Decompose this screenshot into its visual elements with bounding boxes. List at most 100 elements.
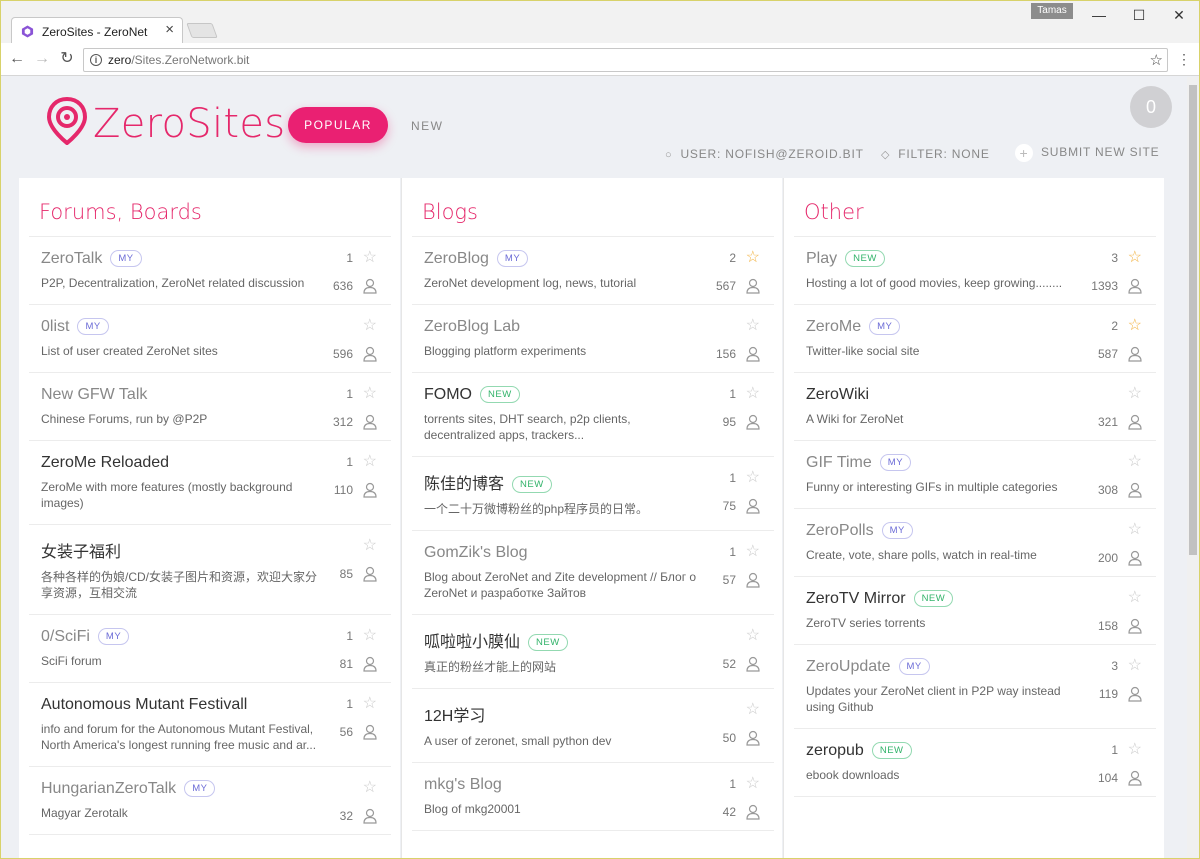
site-list-item[interactable]: ZeroBlog Lab Blogging platform experiment… <box>412 305 774 373</box>
filter-selector[interactable]: ◇ FILTER: NONE <box>881 147 990 161</box>
favorite-star-icon[interactable]: ☆ <box>746 627 760 645</box>
site-list-item[interactable]: 0list MY List of user created ZeroNet site… <box>29 305 391 373</box>
site-name[interactable]: FOMO NEW <box>424 386 704 404</box>
site-list-item[interactable]: ZeroTV Mirror NEW ZeroTV series torrents ☆ 1… <box>794 577 1156 645</box>
maximize-button[interactable]: ☐ <box>1124 5 1154 25</box>
popular-tab-button[interactable]: POPULAR <box>288 107 388 143</box>
favorite-star-icon[interactable]: ☆ <box>746 701 760 719</box>
site-name-text[interactable]: GomZik's Blog <box>424 544 528 561</box>
site-list-item[interactable]: GomZik's Blog Blog about ZeroNet and Zite… <box>412 531 774 615</box>
site-name[interactable]: 0list MY <box>41 318 321 336</box>
favorite-star-icon[interactable]: ☆ <box>1128 589 1142 607</box>
site-name[interactable]: ZeroMe MY <box>806 318 1086 336</box>
site-name[interactable]: Play NEW <box>806 250 1086 268</box>
site-name-text[interactable]: New GFW Talk <box>41 386 147 403</box>
close-window-button[interactable]: ✕ <box>1164 5 1194 25</box>
site-name[interactable]: ZeroBlog MY <box>424 250 704 268</box>
site-list-item[interactable]: HungarianZeroTalk MY Magyar Zerotalk ☆ 32 <box>29 767 391 835</box>
site-name-text[interactable]: 0list <box>41 318 69 335</box>
favorite-star-icon[interactable]: ☆ <box>363 317 377 335</box>
favorite-star-icon[interactable]: ☆ <box>1128 249 1142 267</box>
user-selector[interactable]: ○ USER: NOFISH@ZEROID.BIT <box>665 147 864 161</box>
favorite-star-icon[interactable]: ☆ <box>363 627 377 645</box>
site-name-text[interactable]: 呱啦啦小膜仙 <box>424 634 520 651</box>
brand-title[interactable]: ZeroSites <box>93 101 285 147</box>
site-name-text[interactable]: ZeroWiki <box>806 386 869 403</box>
site-name-text[interactable]: zeropub <box>806 742 864 759</box>
site-list-item[interactable]: 0/SciFi MY SciFi forum 1 ☆ 81 <box>29 615 391 683</box>
site-list-item[interactable]: zeropub NEW ebook downloads 1 ☆ 104 <box>794 729 1156 797</box>
site-name[interactable]: ZeroWiki <box>806 386 1086 404</box>
site-name-text[interactable]: ZeroMe <box>806 318 861 335</box>
site-name-text[interactable]: 女装子福利 <box>41 544 121 561</box>
site-name[interactable]: New GFW Talk <box>41 386 321 404</box>
new-tab-link[interactable]: NEW <box>411 119 444 133</box>
site-list-item[interactable]: Autonomous Mutant Festivall info and foru… <box>29 683 391 767</box>
favorite-star-icon[interactable]: ☆ <box>363 249 377 267</box>
favorite-star-icon[interactable]: ☆ <box>363 779 377 797</box>
site-name-text[interactable]: 12H学习 <box>424 708 485 725</box>
profile-badge[interactable]: Tamas <box>1031 3 1073 19</box>
browser-menu-icon[interactable]: ⋮ <box>1177 50 1191 68</box>
site-list-item[interactable]: 女装子福利 各种各样的伪娘/CD/女装子图片和资源，欢迎大家分享资源，互相交流 ☆ 8… <box>29 525 391 615</box>
site-list-item[interactable]: ZeroMe Reloaded ZeroMe with more features… <box>29 441 391 525</box>
site-list-item[interactable]: ZeroUpdate MY Updates your ZeroNet client … <box>794 645 1156 729</box>
site-name[interactable]: zeropub NEW <box>806 742 1086 760</box>
site-name-text[interactable]: mkg's Blog <box>424 776 502 793</box>
site-name[interactable]: Autonomous Mutant Festivall <box>41 696 321 714</box>
url-text[interactable]: zero/Sites.ZeroNetwork.bit <box>108 53 249 67</box>
site-list-item[interactable]: ZeroTalk MY P2P, Decentralization, ZeroNet… <box>29 237 391 305</box>
favorite-star-icon[interactable]: ☆ <box>1128 657 1142 675</box>
favorite-star-icon[interactable]: ☆ <box>746 385 760 403</box>
forward-arrow-icon[interactable]: → <box>32 49 52 69</box>
site-name-text[interactable]: Autonomous Mutant Festivall <box>41 696 247 713</box>
favorite-star-icon[interactable]: ☆ <box>1128 521 1142 539</box>
favorite-star-icon[interactable]: ☆ <box>363 537 377 555</box>
site-name-text[interactable]: Play <box>806 250 837 267</box>
site-name-text[interactable]: ZeroTV Mirror <box>806 590 906 607</box>
favorite-star-icon[interactable]: ☆ <box>1128 741 1142 759</box>
address-bar[interactable]: i zero/Sites.ZeroNetwork.bit ☆ <box>83 48 1168 72</box>
site-name-text[interactable]: ZeroTalk <box>41 250 102 267</box>
site-name[interactable]: 12H学习 <box>424 702 704 726</box>
favorite-star-icon[interactable]: ☆ <box>1128 385 1142 403</box>
site-name-text[interactable]: HungarianZeroTalk <box>41 780 176 797</box>
site-list-item[interactable]: 陈佳的博客 NEW 一个二十万微博粉丝的php程序员的日常。 1 ☆ 75 <box>412 457 774 531</box>
site-list-item[interactable]: 12H学习 A user of zeronet, small python dev… <box>412 689 774 763</box>
site-name[interactable]: ZeroTalk MY <box>41 250 321 268</box>
favorite-star-icon[interactable]: ☆ <box>746 249 760 267</box>
site-list-item[interactable]: ZeroBlog MY ZeroNet development log, news,… <box>412 237 774 305</box>
scrollbar-thumb[interactable] <box>1189 85 1197 555</box>
site-name[interactable]: ZeroMe Reloaded <box>41 454 321 472</box>
reload-icon[interactable]: ↻ <box>57 49 77 69</box>
favorite-star-icon[interactable]: ☆ <box>1128 453 1142 471</box>
site-name[interactable]: GomZik's Blog <box>424 544 704 562</box>
site-list-item[interactable]: mkg's Blog Blog of mkg20001 1 ☆ 42 <box>412 763 774 831</box>
favorite-star-icon[interactable]: ☆ <box>746 775 760 793</box>
site-name-text[interactable]: GIF Time <box>806 454 872 471</box>
favorite-star-icon[interactable]: ☆ <box>746 543 760 561</box>
favorite-star-icon[interactable]: ☆ <box>363 385 377 403</box>
site-name[interactable]: GIF Time MY <box>806 454 1086 472</box>
info-icon[interactable]: i <box>90 54 102 66</box>
site-name-text[interactable]: 陈佳的博客 <box>424 476 504 493</box>
site-name-text[interactable]: ZeroMe Reloaded <box>41 454 169 471</box>
favorite-star-icon[interactable]: ☆ <box>1128 317 1142 335</box>
favorite-star-icon[interactable]: ☆ <box>363 695 377 713</box>
site-list-item[interactable]: New GFW Talk Chinese Forums, run by @P2P 1… <box>29 373 391 441</box>
site-name[interactable]: ZeroBlog Lab <box>424 318 704 336</box>
site-name[interactable]: 陈佳的博客 NEW <box>424 470 704 494</box>
site-name-text[interactable]: ZeroBlog Lab <box>424 318 520 335</box>
tab-close-icon[interactable]: × <box>165 22 174 38</box>
site-name[interactable]: 0/SciFi MY <box>41 628 321 646</box>
site-name[interactable]: HungarianZeroTalk MY <box>41 780 321 798</box>
site-name-text[interactable]: ZeroUpdate <box>806 658 891 675</box>
back-arrow-icon[interactable]: ← <box>7 49 27 69</box>
site-name[interactable]: mkg's Blog <box>424 776 704 794</box>
site-list-item[interactable]: 呱啦啦小膜仙 NEW 真正的粉丝才能上的网站 ☆ 52 <box>412 615 774 689</box>
favorite-star-icon[interactable]: ☆ <box>363 453 377 471</box>
site-name-text[interactable]: ZeroBlog <box>424 250 489 267</box>
browser-tab[interactable]: ZeroSites - ZeroNet × <box>11 17 183 44</box>
submit-site-button[interactable]: + SUBMIT NEW SITE <box>1015 144 1159 162</box>
site-name-text[interactable]: FOMO <box>424 386 472 403</box>
